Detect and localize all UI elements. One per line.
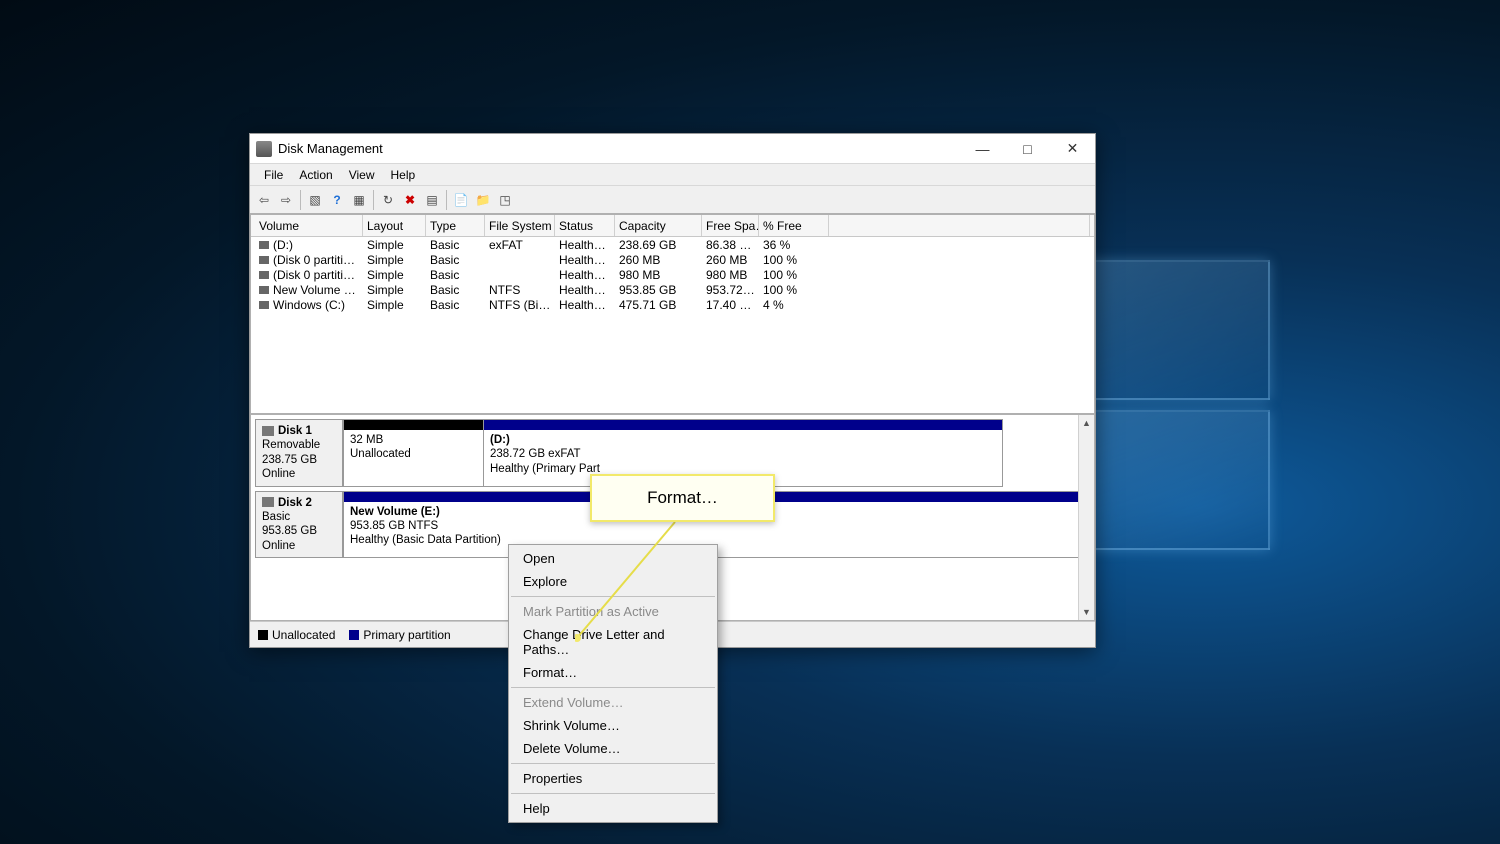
volume-name: Windows (C:) [255, 298, 363, 312]
toolbar-showhide-icon[interactable]: ▧ [305, 190, 325, 210]
cm-extend-volume: Extend Volume… [509, 691, 717, 714]
legend-unallocated: Unallocated [258, 628, 335, 642]
callout-text: Format… [647, 488, 718, 508]
disk-size: 238.75 GB [262, 453, 336, 467]
cm-separator [511, 687, 715, 688]
volume-row[interactable]: (Disk 0 partition 4) Simple Basic Health… [251, 267, 1094, 282]
menubar: File Action View Help [250, 164, 1095, 186]
toolbar: ⇦ ⇨ ▧ ? ▦ ↻ ✖ ▤ 📄 📁 ◳ [250, 186, 1095, 214]
menu-help[interactable]: Help [383, 166, 424, 184]
scroll-up-icon[interactable]: ▲ [1079, 415, 1094, 431]
cm-separator [511, 596, 715, 597]
disk-info[interactable]: Disk 2 Basic 953.85 GB Online [255, 491, 343, 559]
menu-action[interactable]: Action [291, 166, 340, 184]
toolbar-properties-icon[interactable]: ▤ [422, 190, 442, 210]
titlebar: Disk Management ― □ ✕ [250, 134, 1095, 164]
partition-unallocated[interactable]: 32 MB Unallocated [343, 420, 483, 486]
volume-list-body: (D:) Simple Basic exFAT Healthy (P… 238.… [251, 237, 1094, 413]
partition-bar-unallocated [344, 420, 483, 430]
cm-help[interactable]: Help [509, 797, 717, 820]
volume-name: (Disk 0 partition 4) [255, 268, 363, 282]
col-pctfree[interactable]: % Free [759, 215, 829, 236]
cm-delete-volume[interactable]: Delete Volume… [509, 737, 717, 760]
disk-kind: Removable [262, 438, 336, 452]
toolbar-forward-icon[interactable]: ⇨ [276, 190, 296, 210]
volume-list-pane: Volume Layout Type File System Status Ca… [250, 214, 1095, 414]
window-title: Disk Management [278, 141, 383, 156]
cm-change-letter[interactable]: Change Drive Letter and Paths… [509, 623, 717, 661]
maximize-button[interactable]: □ [1005, 134, 1050, 164]
toolbar-refresh-icon[interactable]: ↻ [378, 190, 398, 210]
volume-name: New Volume (… [255, 283, 363, 297]
partition-bar-primary [484, 420, 1002, 430]
volume-row[interactable]: Windows (C:) Simple Basic NTFS (BitLo… H… [251, 297, 1094, 312]
callout-tooltip: Format… [590, 474, 775, 522]
col-status[interactable]: Status [555, 215, 615, 236]
disk-title: Disk 1 [262, 424, 336, 438]
minimize-button[interactable]: ― [960, 134, 1005, 164]
disk-size: 953.85 GB [262, 524, 336, 538]
cm-separator [511, 763, 715, 764]
cm-shrink-volume[interactable]: Shrink Volume… [509, 714, 717, 737]
toolbar-action2-icon[interactable]: 📁 [473, 190, 493, 210]
volume-list-header: Volume Layout Type File System Status Ca… [251, 215, 1094, 237]
toolbar-action3-icon[interactable]: ◳ [495, 190, 515, 210]
menu-view[interactable]: View [341, 166, 383, 184]
cm-separator [511, 793, 715, 794]
col-filesystem[interactable]: File System [485, 215, 555, 236]
col-layout[interactable]: Layout [363, 215, 426, 236]
disk-title: Disk 2 [262, 496, 336, 510]
toolbar-settings-icon[interactable]: ▦ [349, 190, 369, 210]
disk-pane-scrollbar[interactable]: ▲ ▼ [1078, 415, 1094, 620]
legend-primary: Primary partition [349, 628, 450, 642]
toolbar-action1-icon[interactable]: 📄 [451, 190, 471, 210]
volume-name: (Disk 0 partition 1) [255, 253, 363, 267]
menu-file[interactable]: File [256, 166, 291, 184]
app-icon [256, 141, 272, 157]
disk-state: Online [262, 539, 336, 553]
toolbar-delete-icon[interactable]: ✖ [400, 190, 420, 210]
volume-row[interactable]: New Volume (… Simple Basic NTFS Healthy … [251, 282, 1094, 297]
partition-context-menu: Open Explore Mark Partition as Active Ch… [508, 544, 718, 823]
disk-state: Online [262, 467, 336, 481]
disk-kind: Basic [262, 510, 336, 524]
col-capacity[interactable]: Capacity [615, 215, 702, 236]
cm-format[interactable]: Format… [509, 661, 717, 684]
cm-explore[interactable]: Explore [509, 570, 717, 593]
col-freespace[interactable]: Free Spa… [702, 215, 759, 236]
volume-name: (D:) [255, 238, 363, 252]
close-button[interactable]: ✕ [1050, 134, 1095, 164]
cm-properties[interactable]: Properties [509, 767, 717, 790]
volume-row[interactable]: (Disk 0 partition 1) Simple Basic Health… [251, 252, 1094, 267]
toolbar-back-icon[interactable]: ⇦ [254, 190, 274, 210]
disk-info[interactable]: Disk 1 Removable 238.75 GB Online [255, 419, 343, 487]
desktop-background-decoration [1080, 260, 1380, 560]
partition-name: (D:) [490, 433, 996, 447]
cm-mark-active: Mark Partition as Active [509, 600, 717, 623]
cm-open[interactable]: Open [509, 547, 717, 570]
toolbar-help-icon[interactable]: ? [327, 190, 347, 210]
col-volume[interactable]: Volume [255, 215, 363, 236]
scroll-down-icon[interactable]: ▼ [1079, 604, 1094, 620]
volume-row[interactable]: (D:) Simple Basic exFAT Healthy (P… 238.… [251, 237, 1094, 252]
col-type[interactable]: Type [426, 215, 485, 236]
